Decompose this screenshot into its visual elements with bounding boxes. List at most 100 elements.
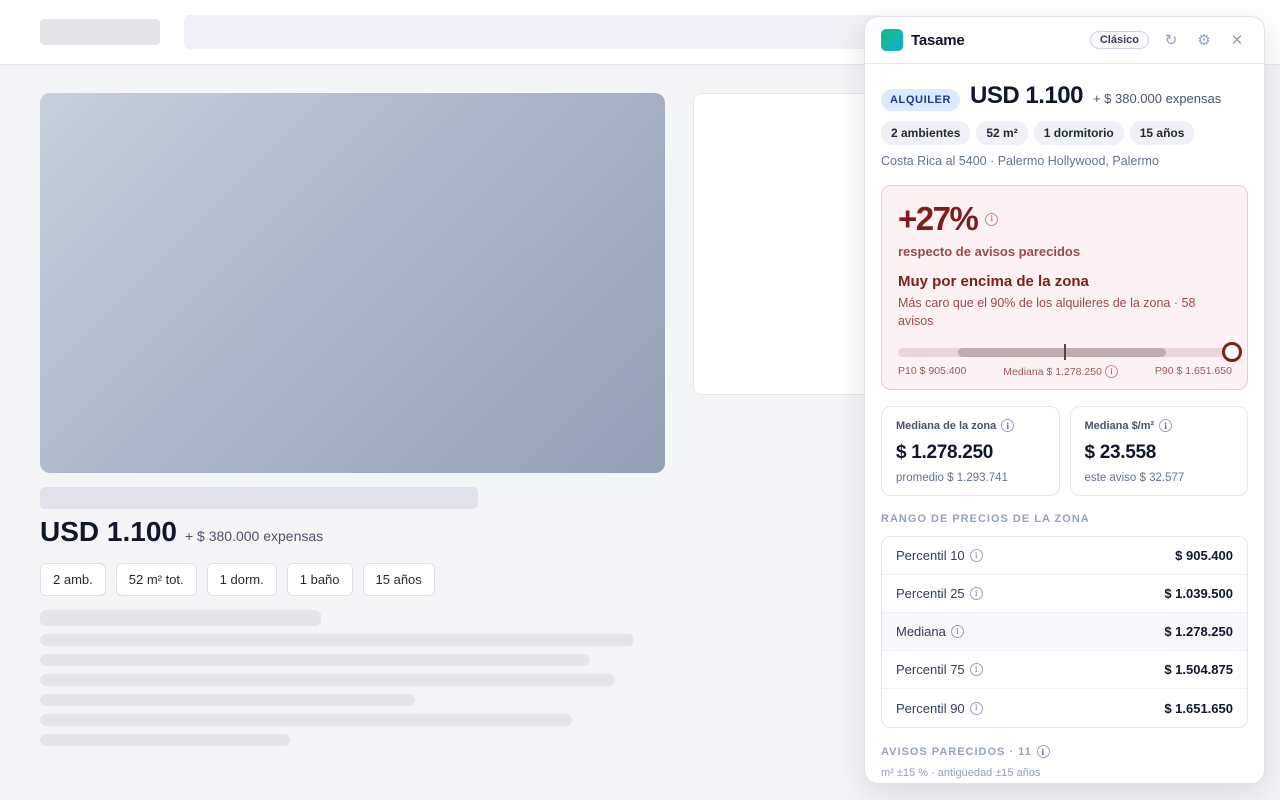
stat-cards: Mediana de la zona i $ 1.278.250 promedi…	[881, 406, 1248, 496]
stat-card-label-group: Mediana $/m² i	[1085, 419, 1234, 432]
listing-expenses: + $ 380.000 expensas	[184, 528, 324, 544]
median-label-group: Mediana $ 1.278.250 i	[1003, 365, 1118, 378]
stat-card-median: Mediana de la zona i $ 1.278.250 promedi…	[881, 406, 1060, 496]
description-line-placeholder	[40, 654, 590, 666]
panel-expenses: + $ 380.000 expensas	[1092, 91, 1222, 106]
listing-title-placeholder	[40, 487, 478, 509]
similar-criteria: m² ±15 % · antigüedad ±15 años	[881, 767, 1041, 779]
row-label-group: Percentil 75 i	[896, 662, 983, 677]
row-value: $ 1.039.500	[1164, 586, 1233, 601]
panel-body: ALQUILER USD 1.100 + $ 380.000 expensas …	[865, 64, 1264, 779]
verdict-subtitle: respecto de avisos parecidos	[898, 244, 1081, 259]
verdict-percent: +27%	[898, 200, 979, 237]
row-value: $ 1.651.650	[1164, 700, 1233, 716]
info-icon[interactable]: i	[950, 625, 964, 638]
similar-title-text: AVISOS PARECIDOS · 11	[881, 745, 1032, 758]
stat-card-label: Mediana $/m²	[1084, 419, 1155, 432]
p10-label: P10 $ 905.400	[898, 365, 967, 377]
panel-price: USD 1.100	[970, 82, 1083, 109]
similar-section-title: AVISOS PARECIDOS · 11 i	[881, 745, 1248, 758]
verdict-description: Más caro que el 90% de los alquileres de…	[898, 296, 1196, 328]
gear-icon[interactable]: ⚙	[1193, 29, 1215, 51]
listing-price: USD 1.100 + $ 380.000 expensas	[40, 516, 323, 548]
range-section-title: RANGO DE PRECIOS DE LA ZONA	[881, 513, 1090, 525]
bar-median-marker	[1063, 344, 1066, 360]
info-icon[interactable]: i	[1036, 745, 1050, 758]
mode-toggle-button[interactable]: Clásico	[1089, 31, 1149, 49]
stat-card-value: $ 23.558	[1084, 442, 1157, 463]
panel-price-row: ALQUILER USD 1.100 + $ 380.000 expensas	[881, 82, 1248, 111]
stat-card-note: este aviso $ 32.577	[1084, 472, 1185, 484]
listing-feature-chip: 15 años	[362, 563, 435, 596]
price-range-table: Percentil 10 i $ 905.400 Percentil 25 i $ …	[881, 536, 1248, 728]
listing-price-marker	[1222, 342, 1242, 362]
info-icon[interactable]: i	[1159, 419, 1173, 432]
stat-card-note: promedio $ 1.293.741	[896, 472, 1008, 484]
row-label: Percentil 90	[896, 700, 965, 716]
verdict-headline: Muy por encima de la zona	[898, 273, 1089, 290]
median-label: Mediana $ 1.278.250	[1003, 365, 1102, 378]
verdict-percent-row: +27% i	[898, 200, 1231, 238]
operation-badge: ALQUILER	[881, 89, 961, 111]
row-label: Percentil 10	[896, 548, 965, 563]
listing-feature-chip: 1 baño	[286, 563, 353, 596]
site-search-placeholder[interactable]	[184, 15, 884, 49]
feature-pill: 1 dormitorio	[1033, 121, 1124, 145]
listing-price-value: USD 1.100	[40, 516, 177, 547]
listing-feature-chip: 1 dorm.	[206, 563, 277, 596]
listing-photo[interactable]	[40, 93, 665, 473]
info-icon[interactable]: i	[1104, 365, 1118, 378]
app-logo	[881, 29, 903, 51]
feature-pill: 2 ambientes	[881, 121, 971, 145]
info-icon[interactable]: i	[969, 663, 983, 676]
row-label-group: Percentil 25 i	[896, 586, 983, 601]
description-heading-placeholder	[40, 610, 321, 626]
info-icon[interactable]: i	[969, 587, 983, 600]
price-position-bar	[898, 342, 1242, 362]
row-value: $ 1.278.250	[1164, 624, 1233, 639]
table-row: Percentil 25 i $ 1.039.500	[882, 575, 1247, 613]
panel-header: Tasame Clásico ↻ ⚙ ✕	[865, 17, 1264, 64]
description-line-placeholder	[40, 714, 572, 726]
feature-pill: 52 m²	[976, 121, 1028, 145]
panel-address: Costa Rica al 5400 · Palermo Hollywood, …	[881, 154, 1159, 168]
bar-interquartile-range	[958, 348, 1167, 357]
stat-card-value: $ 1.278.250	[896, 442, 994, 463]
price-verdict-card: +27% i respecto de avisos parecidos Muy …	[881, 185, 1248, 390]
contact-card	[693, 93, 893, 395]
bar-labels: P10 $ 905.400 Mediana $ 1.278.250 i P90 …	[898, 365, 1232, 378]
description-line-placeholder	[40, 674, 615, 686]
row-label-group: Percentil 90 i	[896, 701, 983, 716]
listing-feature-chip: 52 m² tot.	[115, 563, 197, 596]
row-value: $ 905.400	[1175, 548, 1233, 563]
row-label: Percentil 75	[896, 662, 965, 677]
stat-card-label-group: Mediana de la zona i	[896, 419, 1045, 432]
feature-pill: 15 años	[1129, 121, 1195, 145]
row-label-group: Percentil 10 i	[896, 548, 983, 563]
row-label-group: Mediana i	[896, 624, 964, 639]
listing-feature-chip: 2 amb.	[40, 563, 106, 596]
panel-features: 2 ambientes 52 m² 1 dormitorio 15 años	[881, 121, 1248, 145]
table-row: Percentil 10 i $ 905.400	[882, 537, 1247, 575]
stat-card-price-per-m2: Mediana $/m² i $ 23.558 este aviso $ 32.…	[1069, 406, 1248, 496]
description-line-placeholder	[40, 634, 634, 646]
app-name: Tasame	[911, 31, 965, 49]
row-label: Percentil 25	[896, 586, 965, 601]
info-icon[interactable]: i	[969, 701, 983, 715]
table-row: Percentil 90 i $ 1.651.650	[882, 689, 1247, 727]
info-icon[interactable]: i	[1001, 419, 1015, 432]
info-icon[interactable]: i	[985, 212, 999, 226]
listing-features: 2 amb. 52 m² tot. 1 dorm. 1 baño 15 años	[40, 563, 435, 596]
info-icon[interactable]: i	[969, 549, 983, 562]
table-row-median: Mediana i $ 1.278.250	[882, 613, 1247, 651]
row-label: Mediana	[896, 624, 946, 639]
stat-card-label: Mediana de la zona	[896, 419, 997, 432]
close-icon[interactable]: ✕	[1226, 29, 1248, 51]
row-value: $ 1.504.875	[1164, 662, 1233, 677]
description-line-placeholder	[40, 694, 415, 706]
refresh-icon[interactable]: ↻	[1160, 29, 1182, 51]
table-row: Percentil 75 i $ 1.504.875	[882, 651, 1247, 689]
p90-label: P90 $ 1.651.650	[1154, 365, 1232, 377]
site-logo-placeholder	[40, 19, 160, 45]
tasame-panel: Tasame Clásico ↻ ⚙ ✕ ALQUILER USD 1.100 …	[864, 16, 1265, 784]
